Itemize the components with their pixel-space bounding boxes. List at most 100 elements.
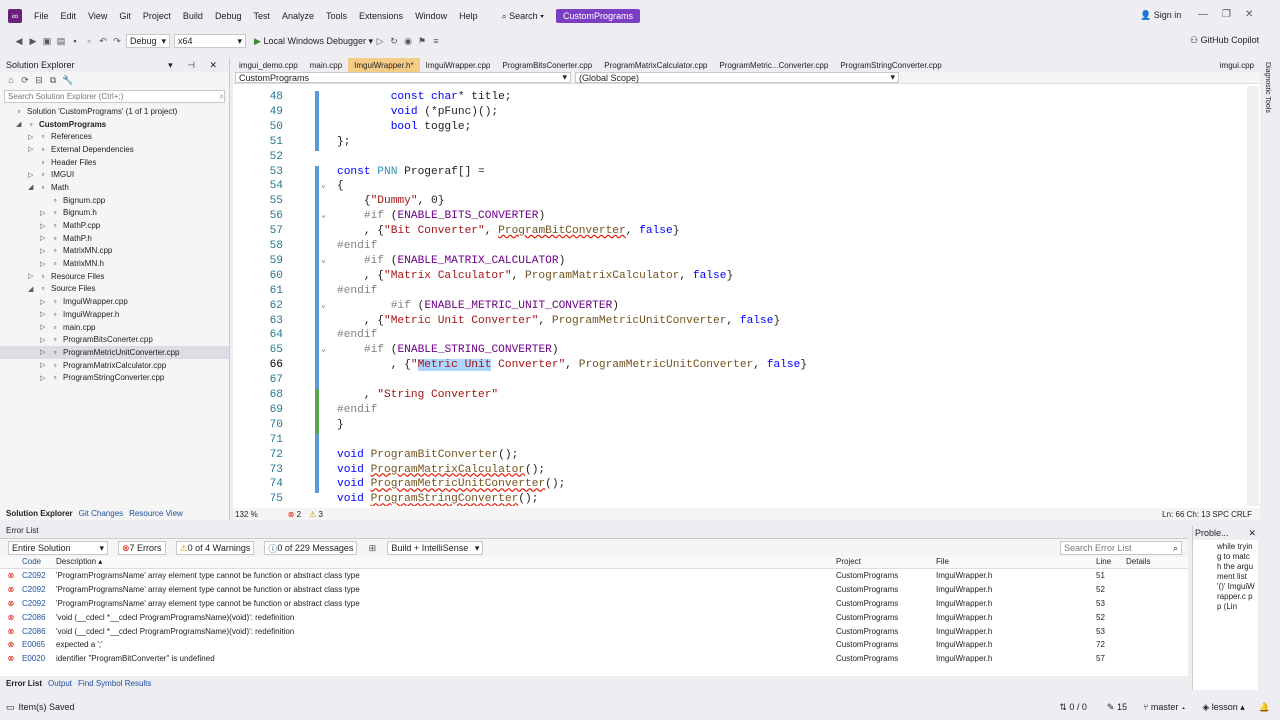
menu-file[interactable]: File: [28, 11, 55, 21]
tree-item[interactable]: ▷ ▫ ProgramBitsConerter.cpp: [0, 333, 229, 346]
tree-item[interactable]: ▷ ▫ Bignum.h: [0, 207, 229, 220]
expander-icon[interactable]: ◢: [28, 183, 38, 191]
properties-icon[interactable]: 🔧: [62, 75, 73, 85]
code-line[interactable]: 58 #endif: [233, 240, 1247, 255]
tree-item[interactable]: ▷ ▫ MatrixMN.cpp: [0, 245, 229, 258]
expander-icon[interactable]: ▷: [40, 374, 50, 382]
code-line[interactable]: 69 #endif: [233, 404, 1247, 419]
code-line[interactable]: 56 #if (ENABLE_BITS_CONVERTER) ⌄: [233, 210, 1247, 225]
code-line[interactable]: 61 #endif: [233, 285, 1247, 300]
error-row[interactable]: ⊗ C2092 'ProgramProgramsName' array elemen…: [0, 597, 1188, 611]
code-line[interactable]: 50 bool toggle;: [233, 121, 1247, 136]
document-tab[interactable]: ProgramMetric...Converter.cpp: [713, 58, 834, 72]
home-icon[interactable]: ⌂: [6, 75, 16, 85]
panel-pin-close-icon[interactable]: ▾ ⊣ ✕: [168, 60, 223, 71]
tree-item[interactable]: ▷ ▫ MathP.cpp: [0, 219, 229, 232]
menu-analyze[interactable]: Analyze: [276, 11, 320, 21]
tree-item[interactable]: ▷ ▫ References: [0, 130, 229, 143]
column-details[interactable]: Details: [1126, 557, 1166, 568]
error-row[interactable]: ⊗ E0065 expected a ';' CustomPrograms ImguiW…: [0, 638, 1188, 652]
code-line[interactable]: 62 #if (ENABLE_METRIC_UNIT_CONVERTER) ⌄: [233, 300, 1247, 315]
tree-item[interactable]: ▷ ▫ MathP.h: [0, 232, 229, 245]
menu-test[interactable]: Test: [247, 11, 276, 21]
tree-item[interactable]: ▫ Solution 'CustomPrograms' (1 of 1 proje…: [0, 105, 229, 118]
menu-extensions[interactable]: Extensions: [353, 11, 409, 21]
document-tab[interactable]: ImguiWrapper.cpp: [420, 58, 497, 72]
scope-select[interactable]: Entire Solution ▾: [8, 541, 108, 555]
run-debugger-button[interactable]: ▶ Local Windows Debugger ▾: [254, 36, 373, 47]
branch-indicator[interactable]: ⑂ master ▴: [1143, 702, 1186, 712]
warnings-filter-button[interactable]: ⚠ 0 of 4 Warnings: [175, 541, 255, 555]
expander-icon[interactable]: ▷: [40, 247, 50, 255]
code-area[interactable]: 48 const char* title; 49 void (*pFunc)();…: [233, 86, 1247, 506]
errors-filter-button[interactable]: ⊗ 7 Errors: [118, 541, 166, 555]
code-line[interactable]: 55 {"Dummy", 0}: [233, 195, 1247, 210]
expander-icon[interactable]: ▷: [40, 323, 50, 331]
menu-project[interactable]: Project: [137, 11, 177, 21]
code-line[interactable]: 59 #if (ENABLE_MATRIX_CALCULATOR) ⌄: [233, 255, 1247, 270]
tree-item[interactable]: ◢ ▫ Source Files: [0, 283, 229, 296]
code-line[interactable]: 52: [233, 151, 1247, 166]
document-tab[interactable]: imgui.cpp: [1214, 58, 1260, 72]
fold-icon[interactable]: ⌄: [321, 344, 326, 354]
error-list-search-input[interactable]: Search Error List ⌕: [1060, 541, 1182, 555]
panel-tab[interactable]: Resource View: [129, 509, 183, 518]
document-tab[interactable]: ProgramBitsConerter.cpp: [496, 58, 598, 72]
error-count[interactable]: ⊗ 2: [288, 510, 301, 519]
column-code[interactable]: Code: [22, 557, 56, 568]
expander-icon[interactable]: ▷: [40, 361, 50, 369]
error-row[interactable]: ⊗ C2086 'void (__cdecl *__cdecl ProgramPro…: [0, 624, 1188, 638]
minimize-icon[interactable]: —: [1198, 9, 1208, 20]
column-project[interactable]: Project: [836, 557, 936, 568]
document-tab[interactable]: main.cpp: [304, 58, 348, 72]
tree-item[interactable]: ▷ ▫ ProgramMetricUnitConverter.cpp: [0, 346, 229, 359]
save-all-icon[interactable]: ▫: [84, 36, 94, 46]
breakpoint-icon[interactable]: ◉: [403, 36, 413, 46]
diagnostic-tools-tab[interactable]: Diagnostic Tools: [1264, 62, 1271, 113]
column-line[interactable]: Line: [1096, 557, 1126, 568]
expander-icon[interactable]: ◢: [28, 285, 38, 293]
build-filter-select[interactable]: Build + IntelliSense ▾: [387, 541, 484, 555]
column-file[interactable]: File: [936, 557, 1096, 568]
document-tab[interactable]: imgui_demo.cpp: [233, 58, 304, 72]
sign-in-button[interactable]: 👤 Sign in: [1140, 10, 1181, 21]
undo-icon[interactable]: ↶: [98, 36, 108, 46]
menu-git[interactable]: Git: [113, 11, 137, 21]
code-line[interactable]: 73 void ProgramMatrixCalculator();: [233, 464, 1247, 479]
zoom-level[interactable]: 132 %: [235, 510, 258, 519]
expander-icon[interactable]: ◢: [16, 120, 26, 128]
expander-icon[interactable]: ▷: [40, 222, 50, 230]
fold-icon[interactable]: ⌄: [321, 210, 326, 220]
expander-icon[interactable]: ▷: [40, 209, 50, 217]
menu-build[interactable]: Build: [177, 11, 209, 21]
error-row[interactable]: ⊗ C2086 'void (__cdecl *__cdecl ProgramPro…: [0, 610, 1188, 624]
open-icon[interactable]: ▤: [56, 36, 66, 46]
document-tab[interactable]: ProgramMatrixCalculator.cpp: [598, 58, 713, 72]
notifications-icon[interactable]: 🔔: [1259, 702, 1270, 713]
error-row[interactable]: ⊗ C2092 'ProgramProgramsName' array elemen…: [0, 569, 1188, 583]
document-tab[interactable]: ProgramStringConverter.cpp: [834, 58, 947, 72]
bottom-panel-tab[interactable]: Output: [48, 679, 72, 688]
tree-item[interactable]: ◢ ▫ Math: [0, 181, 229, 194]
code-line[interactable]: 65 #if (ENABLE_STRING_CONVERTER) ⌄: [233, 344, 1247, 359]
code-line[interactable]: 48 const char* title;: [233, 91, 1247, 106]
updown-indicator[interactable]: ⇅ 0 / 0: [1059, 702, 1087, 713]
menu-edit[interactable]: Edit: [55, 11, 83, 21]
expander-icon[interactable]: ▷: [28, 272, 38, 280]
comment-icon[interactable]: ≡: [431, 36, 441, 46]
code-line[interactable]: 57 , {"Bit Converter", ProgramBitConvert…: [233, 225, 1247, 240]
restore-icon[interactable]: ❐: [1222, 9, 1231, 20]
project-nav-select[interactable]: CustomPrograms ▾: [235, 72, 571, 83]
code-line[interactable]: 49 void (*pFunc)();: [233, 106, 1247, 121]
expander-icon[interactable]: ▷: [40, 310, 50, 318]
code-line[interactable]: 54 {⌄: [233, 180, 1247, 195]
tree-item[interactable]: ▷ ▫ Resource Files: [0, 270, 229, 283]
code-line[interactable]: 72 void ProgramBitConverter();: [233, 449, 1247, 464]
expander-icon[interactable]: ▷: [40, 348, 50, 356]
column-description[interactable]: Description ▴: [56, 557, 836, 568]
save-icon[interactable]: ▪: [70, 36, 80, 46]
back-icon[interactable]: ◀: [14, 36, 24, 46]
tree-item[interactable]: ▷ ▫ MatrixMN.h: [0, 257, 229, 270]
tree-item[interactable]: ▷ ▫ IMGUI: [0, 168, 229, 181]
pending-changes-indicator[interactable]: ✎ 15: [1107, 702, 1127, 713]
